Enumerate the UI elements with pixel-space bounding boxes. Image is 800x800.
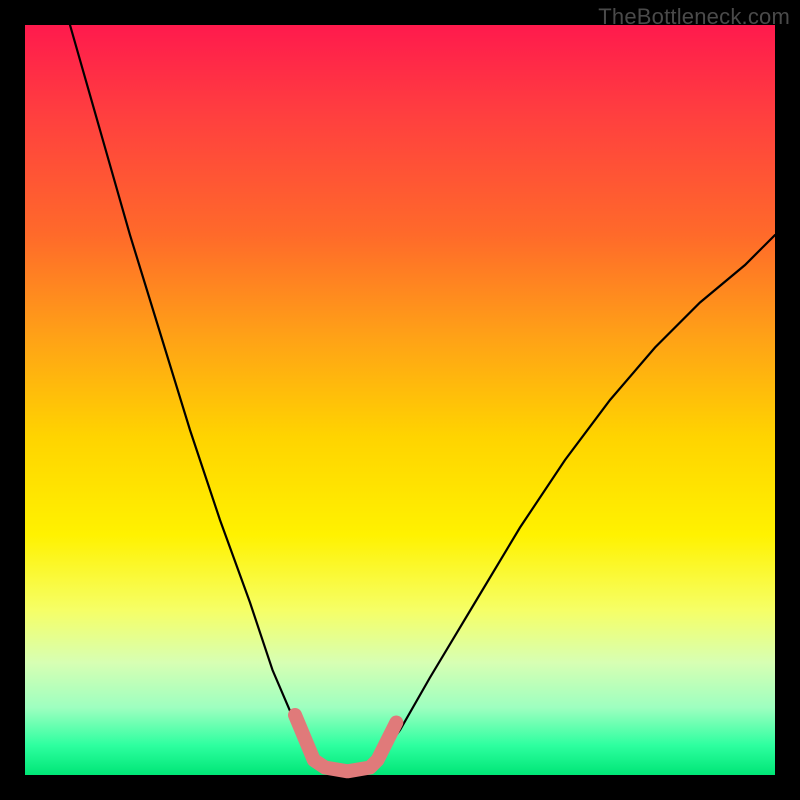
salmon-overlay-path (295, 715, 396, 771)
left-curve-path (70, 25, 314, 760)
right-curve-path (378, 235, 776, 760)
chart-frame: TheBottleneck.com (0, 0, 800, 800)
curve-layer (25, 25, 775, 775)
plot-area (25, 25, 775, 775)
